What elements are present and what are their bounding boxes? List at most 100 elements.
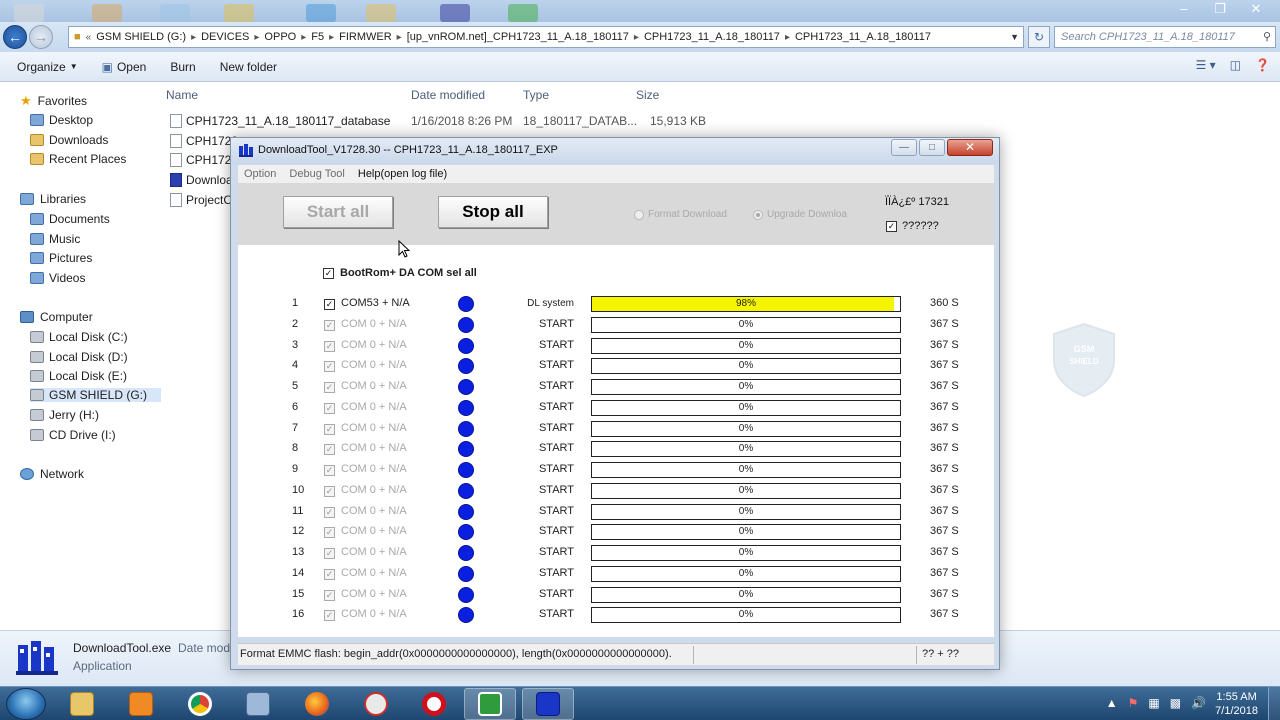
port-checkbox[interactable]: ✓ [324, 382, 335, 393]
port-checkbox[interactable]: ✓ [324, 569, 335, 580]
start-button[interactable] [6, 688, 46, 720]
breadcrumb-item[interactable]: FIRMWER [334, 31, 397, 43]
nav-item-drive-d[interactable]: Local Disk (D:) [30, 350, 128, 364]
taskbar-app-chrome[interactable] [174, 688, 226, 720]
menu-debug-tool[interactable]: Debug Tool [289, 168, 344, 180]
port-checkbox[interactable]: ✓ [324, 527, 335, 538]
port-row[interactable]: 12 ✓ COM 0 + N/A START 0% 367 S [238, 522, 994, 542]
breadcrumb-item[interactable]: CPH1723_11_A.18_180117 [639, 31, 785, 43]
port-checkbox[interactable]: ✓ [324, 424, 335, 435]
minimize-button[interactable]: – [1166, 0, 1202, 18]
port-checkbox[interactable]: ✓ [324, 341, 335, 352]
help-icon[interactable]: ❓ [1255, 58, 1270, 72]
show-desktop-button[interactable] [1268, 687, 1280, 720]
column-header-name[interactable]: Name [166, 88, 198, 102]
close-button[interactable]: ✕ [1238, 0, 1274, 18]
port-row[interactable]: 7 ✓ COM 0 + N/A START 0% 367 S [238, 419, 994, 439]
nav-libraries[interactable]: Libraries [20, 192, 86, 206]
organize-button[interactable]: Organize ▼ [17, 60, 78, 74]
show-hidden-icons-icon[interactable]: ▲ [1106, 696, 1118, 710]
port-row[interactable]: 10 ✓ COM 0 + N/A START 0% 367 S [238, 481, 994, 501]
view-options-icon[interactable]: ☰ ▾ [1196, 58, 1216, 72]
taskbar-app-media-player[interactable] [115, 688, 167, 720]
nav-favorites[interactable]: ★ Favorites [20, 93, 87, 109]
column-header-date[interactable]: Date modified [411, 88, 485, 102]
port-row[interactable]: 2 ✓ COM 0 + N/A START 0% 367 S [238, 315, 994, 335]
preview-pane-icon[interactable]: ◫ [1230, 58, 1241, 72]
flag-icon[interactable]: ⚑ [1128, 696, 1139, 710]
upgrade-download-radio[interactable]: Upgrade Downloa [753, 209, 847, 220]
start-all-button[interactable]: Start all [283, 196, 393, 228]
port-row[interactable]: 3 ✓ COM 0 + N/A START 0% 367 S [238, 336, 994, 356]
refresh-button[interactable]: ↻ [1028, 26, 1050, 48]
nav-item-drive-e[interactable]: Local Disk (E:) [30, 369, 127, 383]
port-checkbox[interactable]: ✓ [324, 299, 335, 310]
taskbar-app-opera[interactable] [408, 688, 460, 720]
port-row[interactable]: 9 ✓ COM 0 + N/A START 0% 367 S [238, 460, 994, 480]
search-input[interactable]: Search CPH1723_11_A.18_180117 ⚲ [1054, 26, 1276, 48]
nav-item-drive-h[interactable]: Jerry (H:) [30, 408, 99, 422]
port-row[interactable]: 16 ✓ COM 0 + N/A START 0% 367 S [238, 605, 994, 625]
burn-button[interactable]: Burn [170, 60, 195, 74]
breadcrumb-item[interactable]: F5 [306, 31, 329, 43]
forward-button[interactable]: → [29, 25, 53, 49]
port-row[interactable]: 8 ✓ COM 0 + N/A START 0% 367 S [238, 439, 994, 459]
breadcrumb-item[interactable]: [up_vnROM.net]_CPH1723_11_A.18_180117 [402, 31, 634, 43]
breadcrumb-item[interactable]: DEVICES [196, 31, 254, 43]
port-checkbox[interactable]: ✓ [324, 320, 335, 331]
taskbar-app-snipping[interactable] [350, 688, 402, 720]
port-checkbox[interactable]: ✓ [324, 403, 335, 414]
dl-minimize-button[interactable]: — [891, 139, 917, 156]
open-button[interactable]: ▣ Open [102, 60, 147, 74]
port-checkbox[interactable]: ✓ [324, 610, 335, 621]
taskbar-app-explorer[interactable] [56, 688, 108, 720]
address-bar[interactable]: ■ « GSM SHIELD (G:) ▸ DEVICES ▸ OPPO ▸ F… [68, 26, 1024, 48]
nav-item-music[interactable]: Music [30, 232, 80, 246]
nav-network[interactable]: Network [20, 467, 84, 481]
format-download-radio[interactable]: Format Download [634, 209, 727, 220]
nav-item-downloads[interactable]: Downloads [30, 133, 108, 147]
port-checkbox[interactable]: ✓ [324, 486, 335, 497]
taskbar-app-downloadtool[interactable] [522, 688, 574, 720]
dl-close-button[interactable]: ✕ [947, 139, 993, 156]
device-icon[interactable]: ▦ [1148, 696, 1159, 710]
select-all-checkbox[interactable]: ✓ BootRom+ DA COM sel all [323, 267, 477, 279]
nav-item-documents[interactable]: Documents [30, 212, 110, 226]
breadcrumb-item[interactable]: OPPO [259, 31, 301, 43]
nav-computer[interactable]: Computer [20, 310, 93, 324]
nav-item-videos[interactable]: Videos [30, 271, 85, 285]
network-status-icon[interactable]: ▩ [1170, 696, 1181, 710]
port-row[interactable]: 13 ✓ COM 0 + N/A START 0% 367 S [238, 543, 994, 563]
nav-item-pictures[interactable]: Pictures [30, 251, 92, 265]
port-row[interactable]: 6 ✓ COM 0 + N/A START 0% 367 S [238, 398, 994, 418]
option-checkbox[interactable]: ✓ ?????? [886, 220, 939, 232]
taskbar-app-firefox[interactable] [291, 688, 343, 720]
port-checkbox[interactable]: ✓ [324, 444, 335, 455]
taskbar-app-camtasia[interactable] [464, 688, 516, 720]
port-row[interactable]: 4 ✓ COM 0 + N/A START 0% 367 S [238, 356, 994, 376]
stop-all-button[interactable]: Stop all [438, 196, 548, 228]
port-checkbox[interactable]: ✓ [324, 590, 335, 601]
downloadtool-titlebar[interactable]: DownloadTool_V1728.30 -- CPH1723_11_A.18… [231, 138, 999, 164]
file-row[interactable]: CPH1723_11_A.18_180117_database 1/16/201… [160, 111, 720, 131]
port-row[interactable]: 15 ✓ COM 0 + N/A START 0% 367 S [238, 585, 994, 605]
volume-icon[interactable]: 🔊 [1191, 696, 1206, 710]
taskbar-app-network-tool[interactable] [232, 688, 284, 720]
nav-item-drive-c[interactable]: Local Disk (C:) [30, 330, 128, 344]
port-row[interactable]: 11 ✓ COM 0 + N/A START 0% 367 S [238, 502, 994, 522]
new-folder-button[interactable]: New folder [220, 60, 277, 74]
column-header-size[interactable]: Size [636, 88, 659, 102]
nav-item-recent-places[interactable]: Recent Places [30, 152, 126, 166]
port-checkbox[interactable]: ✓ [324, 465, 335, 476]
port-checkbox[interactable]: ✓ [324, 507, 335, 518]
column-header-type[interactable]: Type [523, 88, 549, 102]
port-checkbox[interactable]: ✓ [324, 361, 335, 372]
restore-button[interactable]: ❐ [1202, 0, 1238, 18]
clock[interactable]: 1:55 AM 7/1/2018 [1215, 690, 1258, 718]
nav-item-drive-i[interactable]: CD Drive (I:) [30, 428, 116, 442]
port-row[interactable]: 1 ✓ COM53 + N/A DL system 98% 360 S [238, 294, 994, 314]
dl-maximize-button[interactable]: □ [919, 139, 945, 156]
port-row[interactable]: 14 ✓ COM 0 + N/A START 0% 367 S [238, 564, 994, 584]
breadcrumb-item[interactable]: CPH1723_11_A.18_180117 [790, 31, 936, 43]
breadcrumb-item[interactable]: GSM SHIELD (G:) [91, 31, 191, 43]
